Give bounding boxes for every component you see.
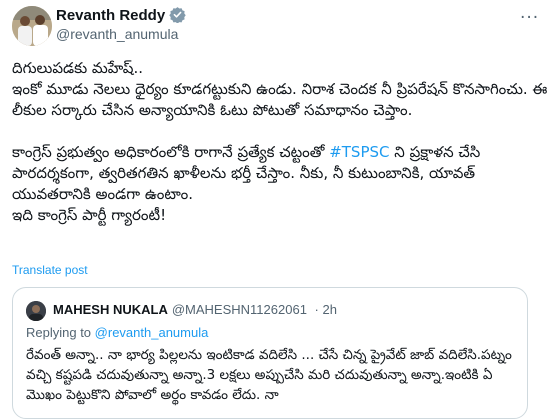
author-avatar[interactable] (12, 6, 52, 46)
quoted-post-time: · 2h (314, 302, 337, 317)
quoted-post-header: MAHESH NUKALA @MAHESHN11262061 · 2h (53, 302, 337, 317)
post-text: దిగులుపడకు మహేష్.. ఇంకో మూడు నెలలు ధైర్య… (12, 58, 550, 226)
replying-to-handle[interactable]: @revanth_anumula (95, 325, 209, 340)
hashtag-link[interactable]: #TSPSC (329, 143, 389, 161)
quoted-author-handle: @MAHESHN11262061 (171, 302, 307, 317)
author-handle[interactable]: @revanth_anumula (56, 26, 178, 42)
author-name-label: Revanth Reddy (56, 7, 166, 24)
quoted-author-avatar (26, 301, 46, 321)
replying-to-label: Replying to (26, 325, 92, 340)
replying-to-line: Replying to @revanth_anumula (26, 325, 208, 340)
more-options-icon[interactable]: ··· (520, 8, 539, 28)
author-name[interactable]: Revanth Reddy (56, 6, 186, 27)
quoted-post-text: రేవంత్ అన్నా.. నా భార్య పిల్లలను ఇంటికాడ… (26, 347, 517, 403)
quoted-post-card[interactable]: MAHESH NUKALA @MAHESHN11262061 · 2h Reply… (12, 287, 528, 419)
translate-post-link[interactable]: Translate post (12, 263, 88, 277)
verified-badge-icon (169, 6, 186, 27)
quoted-author-name: MAHESH NUKALA (53, 302, 168, 317)
